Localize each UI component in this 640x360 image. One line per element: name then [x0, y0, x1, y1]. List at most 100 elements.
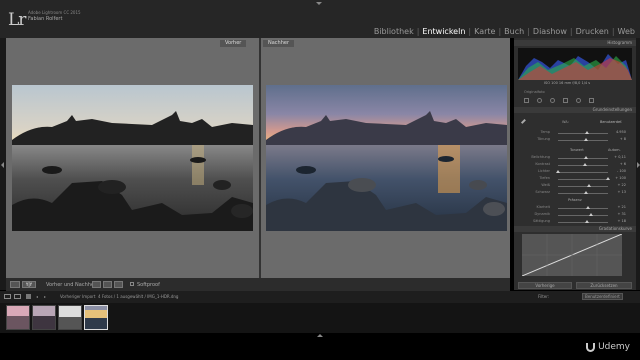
compare-view: Vorher Nachher [6, 38, 510, 278]
slider-knob[interactable] [586, 184, 591, 187]
collapse-top-panel-icon[interactable] [316, 2, 322, 5]
slider-track[interactable] [558, 215, 608, 216]
collapse-filmstrip-icon[interactable] [317, 334, 323, 337]
filmstrip-thumb[interactable] [6, 305, 30, 330]
filmstrip-bar: ◂ ▸ Vorheriger Import 4 Fotos / 1 ausgew… [0, 291, 640, 303]
exif-info: ISO 100 16 mm f/8,0 1/4 s [544, 81, 591, 85]
slider-label: Weiß [541, 183, 550, 187]
spot-removal-icon[interactable] [537, 98, 542, 103]
slider-knob[interactable] [588, 213, 593, 216]
filmstrip-thumb-selected[interactable] [84, 305, 108, 330]
slider-track[interactable] [558, 179, 608, 180]
slider-track[interactable] [558, 133, 608, 134]
softproof-checkbox[interactable] [130, 282, 134, 286]
module-karte[interactable]: Karte [471, 27, 498, 36]
expand-left-panel-icon[interactable] [1, 162, 4, 168]
original-photo-toggle[interactable]: Originalfoto [524, 90, 545, 94]
slider-value[interactable]: + 31 [618, 212, 627, 216]
filmstrip-thumb[interactable] [32, 305, 56, 330]
module-drucken[interactable]: Drucken [573, 27, 612, 36]
copy-before-to-after-button[interactable] [92, 281, 101, 288]
lr-logo: Lr [8, 10, 26, 30]
adjustment-brush-icon[interactable] [589, 98, 594, 103]
prev-arrow-icon[interactable]: ◂ [36, 294, 38, 299]
slider-label: Kontrast [535, 162, 550, 166]
filter-dropdown[interactable]: Benutzerdefiniert [582, 293, 623, 300]
red-eye-icon[interactable] [550, 98, 555, 103]
slider-knob[interactable] [585, 131, 589, 134]
histogram-header[interactable]: Histogramm [514, 40, 636, 46]
source-label[interactable]: Vorheriger Import [60, 294, 95, 299]
slider-knob[interactable] [556, 170, 560, 173]
slider-row: Sättigung + 18 [518, 219, 630, 225]
module-entwickeln[interactable]: Entwickeln [419, 27, 468, 36]
reset-button[interactable]: Zurücksetzen [576, 282, 632, 289]
module-web[interactable]: Web [615, 27, 638, 36]
previous-button[interactable]: Vorherige [518, 282, 572, 289]
module-diashow[interactable]: Diashow [530, 27, 570, 36]
slider-value[interactable]: + 8 [620, 137, 626, 141]
slider-track[interactable] [558, 140, 608, 141]
slider-value[interactable]: + 22 [618, 183, 627, 187]
right-edge[interactable] [636, 38, 640, 290]
lightroom-window: Lr Adobe Lightroom CC 2015 Fabian Rolfer… [0, 0, 640, 360]
module-bibliothek[interactable]: Bibliothek [371, 27, 417, 36]
tone-curve-graph[interactable] [521, 233, 623, 277]
slider-value[interactable]: + 18 [618, 219, 627, 223]
crop-tool-icon[interactable] [524, 98, 529, 103]
slider-row: Tiefen + 100 [518, 176, 630, 182]
top-bar: Lr Adobe Lightroom CC 2015 Fabian Rolfer… [0, 0, 640, 38]
slider-value[interactable]: + 0,11 [614, 155, 626, 159]
slider-row: Klarheit + 21 [518, 205, 630, 211]
slider-row: Schwarz + 13 [518, 190, 630, 196]
graduated-filter-icon[interactable] [563, 98, 568, 103]
compare-divider [259, 38, 261, 278]
slider-track[interactable] [558, 193, 608, 194]
slider-track[interactable] [558, 222, 608, 223]
next-arrow-icon[interactable]: ▸ [44, 294, 46, 299]
slider-knob[interactable] [583, 156, 588, 159]
view-mode-label: Vorher und Nachher: [46, 282, 98, 288]
slider-value[interactable]: + 6 [620, 162, 626, 166]
tool-strip [524, 98, 624, 104]
before-after-view-button[interactable]: Y|Y [22, 281, 36, 288]
slider-row: Kontrast + 6 [518, 162, 630, 168]
slider-track[interactable] [558, 172, 608, 173]
slider-track[interactable] [558, 186, 608, 187]
after-photo[interactable] [266, 85, 507, 231]
radial-filter-icon[interactable] [576, 98, 581, 103]
tone-auto-button[interactable]: Autom. [608, 148, 621, 152]
slider-label: Klarheit [536, 205, 550, 209]
slider-value[interactable]: + 21 [618, 205, 627, 209]
filmstrip-thumb[interactable] [58, 305, 82, 330]
wb-preset[interactable]: Benutzerdef. [600, 120, 622, 124]
slider-value[interactable]: - 100 [617, 169, 626, 173]
grid-view-icon[interactable] [26, 294, 31, 299]
slider-knob[interactable] [606, 177, 610, 180]
udemy-watermark: Udemy [586, 342, 630, 352]
copy-after-to-before-button[interactable] [103, 281, 112, 288]
tone-curve-header[interactable]: Gradationskurve [514, 226, 636, 232]
slider-value[interactable]: + 100 [615, 176, 626, 180]
bottom-area [0, 333, 640, 360]
slider-knob[interactable] [582, 163, 587, 166]
basic-header[interactable]: Grundeinstellungen [514, 107, 636, 113]
main-window-icon[interactable] [4, 294, 11, 299]
slider-track[interactable] [558, 208, 608, 209]
white-balance-picker-icon[interactable] [520, 118, 529, 127]
slider-value[interactable]: + 13 [618, 190, 627, 194]
slider-knob[interactable] [584, 138, 588, 141]
slider-label: Dynamik [534, 212, 550, 216]
slider-label: Tiefen [539, 176, 550, 180]
slider-value[interactable]: 4.950 [616, 130, 626, 134]
loupe-view-button[interactable] [10, 281, 20, 288]
slider-row: Weiß + 22 [518, 183, 630, 189]
before-photo[interactable] [12, 85, 253, 231]
slider-knob[interactable] [585, 220, 589, 223]
after-label: Nachher [263, 40, 295, 47]
second-window-icon[interactable] [14, 294, 21, 299]
swap-before-after-button[interactable] [114, 281, 123, 288]
slider-knob[interactable] [584, 191, 588, 194]
slider-knob[interactable] [586, 206, 590, 209]
module-buch[interactable]: Buch [501, 27, 527, 36]
